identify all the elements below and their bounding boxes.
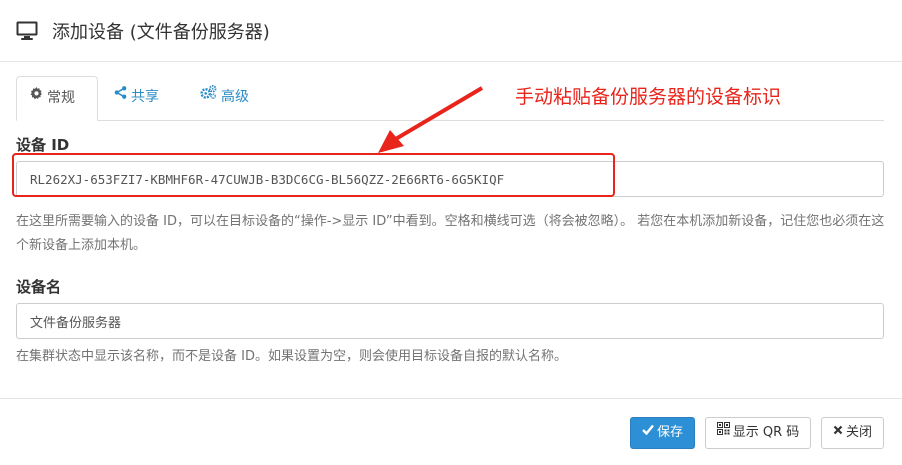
device-id-input[interactable] [16, 161, 884, 197]
check-icon [642, 417, 654, 447]
tab-general-label: 常规 [47, 90, 75, 106]
desktop-icon [16, 21, 38, 44]
device-name-input[interactable] [16, 303, 884, 339]
dialog-footer: 保存 显示 QR 码 关闭 [0, 398, 902, 465]
device-id-label: 设备 ID [16, 136, 70, 154]
close-button-label: 关闭 [845, 425, 872, 440]
qrcode-icon [716, 417, 730, 447]
cogs-icon [200, 74, 217, 117]
save-button-label: 保存 [656, 425, 683, 440]
gear-icon [30, 75, 43, 118]
save-button[interactable]: 保存 [630, 417, 695, 449]
device-name-help: 在集群状态中显示该名称，而不是设备 ID。如果设置为空，则会使用目标设备自报的默… [16, 349, 567, 364]
tab-advanced-label: 高级 [221, 89, 249, 105]
tab-general[interactable]: 常规 [16, 76, 98, 121]
annotation-text: 手动粘贴备份服务器的设备标识 [515, 86, 782, 108]
dialog-header: 添加设备 (文件备份服务器) [0, 0, 902, 62]
add-device-dialog: 添加设备 (文件备份服务器) 常规 共享 高级 手动粘贴备份服务器的设备标识 设… [0, 0, 902, 465]
device-id-help: 在这里所需要输入的设备 ID，可以在目标设备的“操作->显示 ID”中看到。空格… [16, 214, 885, 253]
close-button[interactable]: 关闭 [821, 417, 884, 449]
annotation-arrow [378, 86, 484, 153]
close-icon [833, 417, 843, 447]
dialog-title: 添加设备 (文件备份服务器) [52, 22, 270, 43]
show-qr-button[interactable]: 显示 QR 码 [705, 417, 811, 449]
show-qr-button-label: 显示 QR 码 [732, 425, 800, 440]
tab-sharing-label: 共享 [131, 89, 159, 105]
tab-advanced[interactable]: 高级 [200, 76, 249, 121]
device-name-label: 设备名 [16, 278, 62, 296]
share-icon [114, 74, 127, 117]
tab-sharing[interactable]: 共享 [114, 76, 159, 121]
